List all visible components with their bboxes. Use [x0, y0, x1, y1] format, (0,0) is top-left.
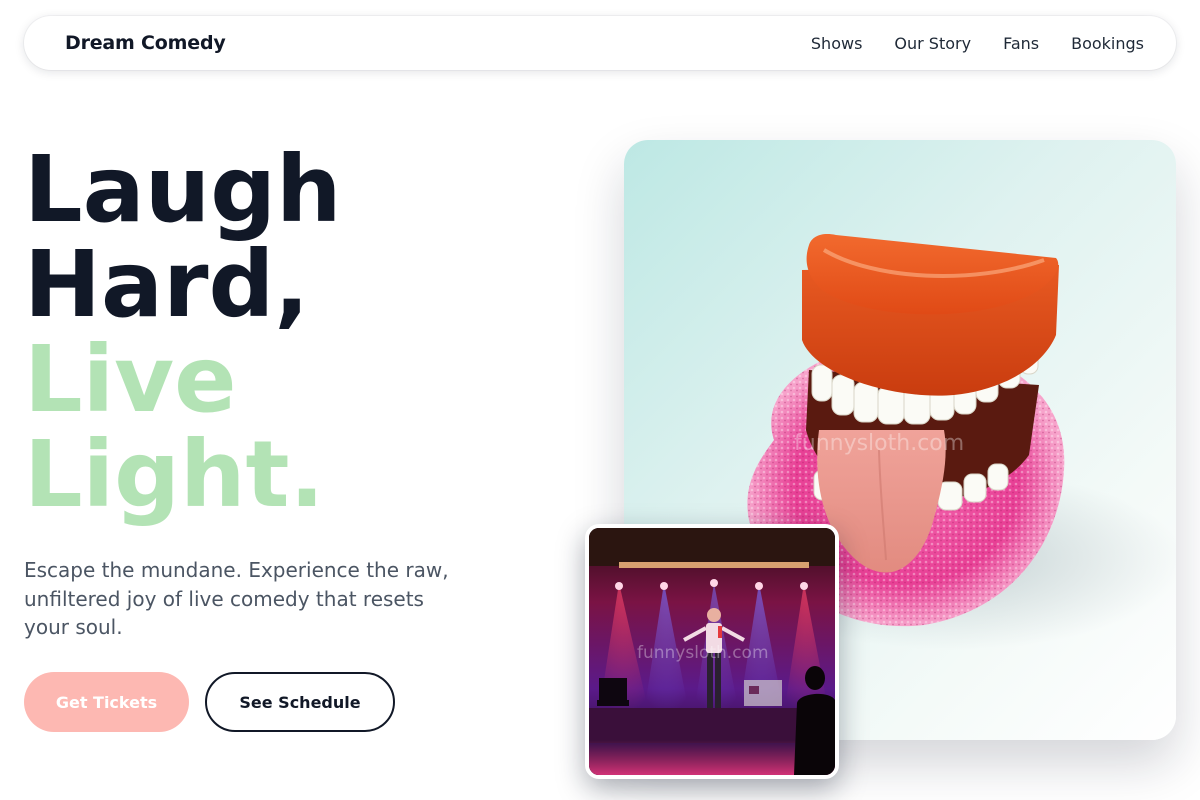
main-image-watermark: funnysloth.com	[794, 431, 964, 456]
hero-headline: Laugh Hard, Live Light.	[24, 142, 342, 522]
nav-links: Shows Our Story Fans Bookings	[811, 34, 1144, 53]
navbar: Dream Comedy Shows Our Story Fans Bookin…	[24, 16, 1176, 70]
stage-photo-watermark: funnysloth.com	[637, 643, 769, 663]
headline-line-live: Live	[24, 326, 237, 433]
nav-link-fans[interactable]: Fans	[1003, 34, 1039, 53]
brand-logo[interactable]: Dream Comedy	[65, 32, 226, 54]
nav-link-shows[interactable]: Shows	[811, 34, 863, 53]
headline-line-hard: Hard,	[24, 231, 310, 338]
comedy-stage-illustration: funnysloth.com	[589, 528, 835, 775]
see-schedule-button[interactable]: See Schedule	[205, 672, 395, 732]
nav-link-bookings[interactable]: Bookings	[1071, 34, 1144, 53]
stage-photo: funnysloth.com	[585, 524, 839, 779]
hero-subtitle: Escape the mundane. Experience the raw, …	[24, 558, 449, 639]
get-tickets-button[interactable]: Get Tickets	[24, 672, 189, 732]
headline-line-laugh: Laugh	[24, 136, 342, 243]
nav-link-our-story[interactable]: Our Story	[894, 34, 971, 53]
headline-line-light: Light.	[24, 421, 325, 528]
